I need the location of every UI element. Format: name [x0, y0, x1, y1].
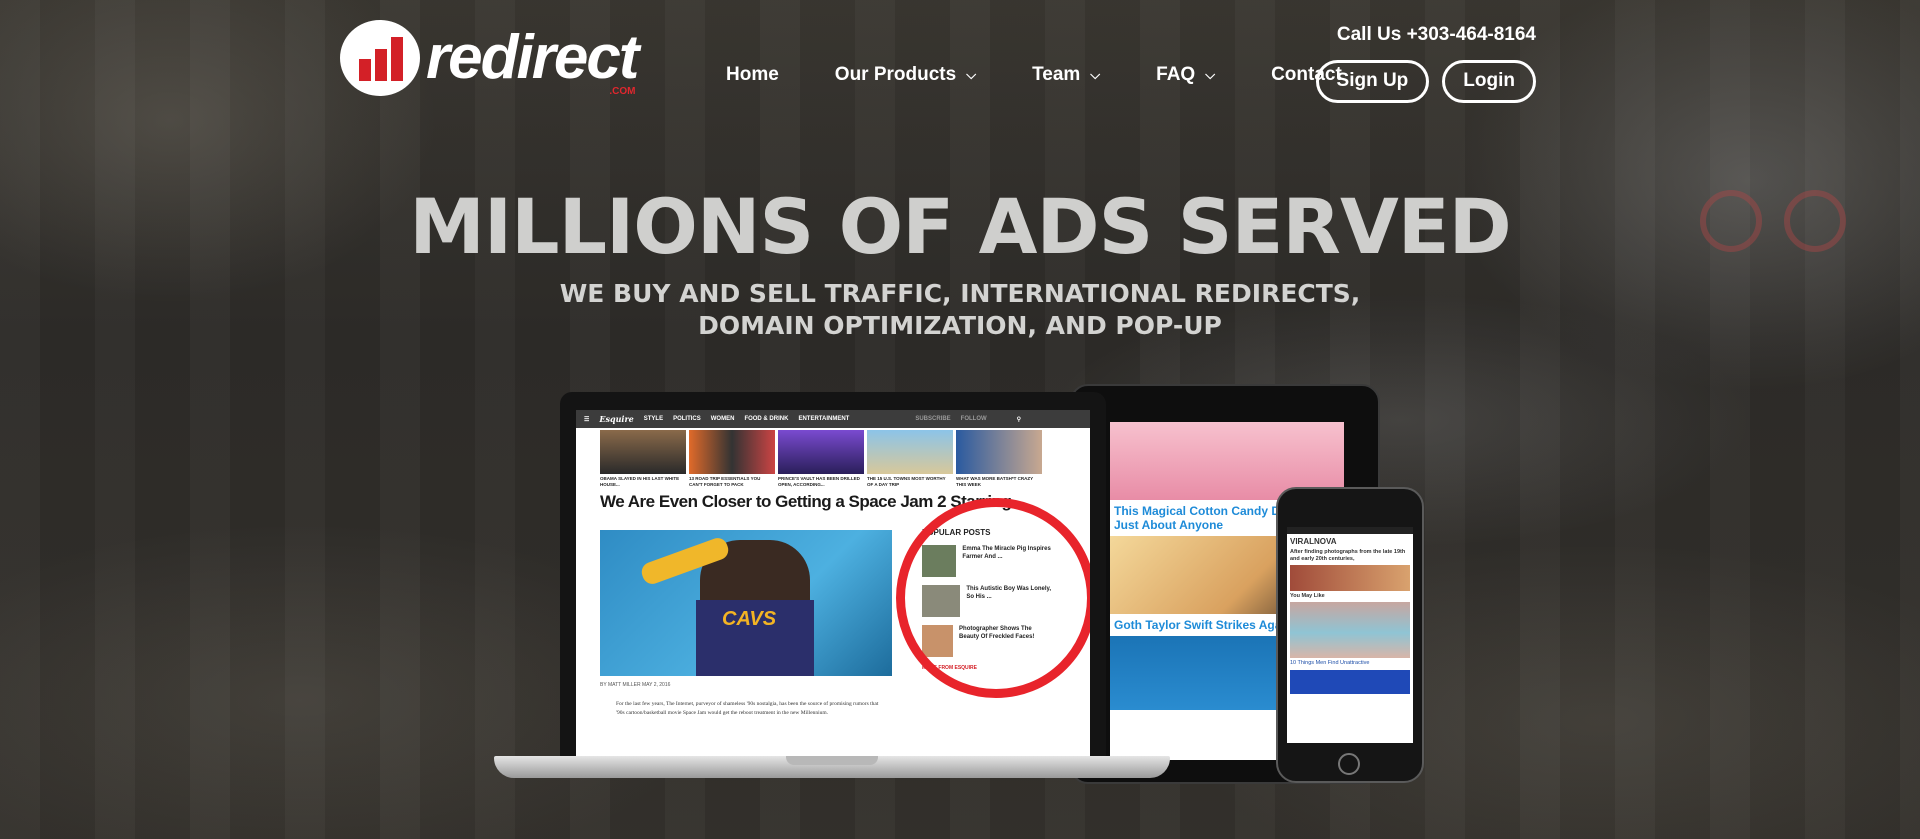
thumb-strip: [576, 428, 1090, 476]
article-hero-image: CAVS: [600, 530, 892, 676]
phone-device: VIRALNOVA After finding photographs from…: [1276, 487, 1424, 783]
search-icon: ⚲: [1016, 416, 1022, 423]
logo-text: redirect .COM: [426, 23, 639, 97]
login-button[interactable]: Login: [1442, 60, 1536, 103]
nav-faq[interactable]: FAQ ⌵: [1156, 64, 1215, 86]
laptop-device: ☰ Esquire STYLE POLITICS WOMEN FOOD & DR…: [560, 392, 1106, 756]
laptop-screen: ☰ Esquire STYLE POLITICS WOMEN FOOD & DR…: [576, 410, 1090, 756]
logo[interactable]: redirect .COM: [340, 20, 639, 97]
phone-home-button: [1338, 753, 1360, 775]
phone-screen: VIRALNOVA After finding photographs from…: [1287, 527, 1413, 743]
nav-our-products[interactable]: Our Products ⌵: [835, 64, 976, 86]
logo-suffix: .COM: [609, 86, 636, 97]
chevron-down-icon: ⌵: [966, 67, 977, 82]
signup-button[interactable]: Sign Up: [1315, 60, 1430, 103]
article-body: For the last few years, The Internet, pu…: [616, 701, 879, 716]
chevron-down-icon: ⌵: [1205, 67, 1216, 82]
nav-home[interactable]: Home: [726, 64, 779, 86]
article-byline: BY MATT MILLER MAY 2, 2016: [600, 682, 671, 688]
menu-icon: ☰: [584, 416, 590, 423]
auth-buttons: Sign Up Login: [1315, 60, 1536, 103]
phone-number[interactable]: Call Us +303-464-8164: [1337, 24, 1536, 46]
site-nav: ☰ Esquire STYLE POLITICS WOMEN FOOD & DR…: [576, 410, 1090, 428]
nav-team[interactable]: Team ⌵: [1032, 64, 1100, 86]
chevron-down-icon: ⌵: [1090, 67, 1101, 82]
hero-subheadline: WE BUY AND SELL TRAFFIC, INTERNATIONAL R…: [559, 279, 1361, 340]
site-brand: Esquire: [599, 414, 634, 424]
hero-headline: MILLIONS OF ADS SERVED: [409, 182, 1512, 271]
phone-site-logo: VIRALNOVA: [1290, 537, 1337, 546]
main-nav: Home Our Products ⌵ Team ⌵ FAQ ⌵ Contact: [726, 64, 1342, 86]
thumb-captions: OBAMA SLAYED IN HIS LAST WHITE HOUSE... …: [600, 476, 1033, 487]
logo-chart-icon: [340, 20, 420, 96]
highlight-circle: [896, 498, 1090, 698]
